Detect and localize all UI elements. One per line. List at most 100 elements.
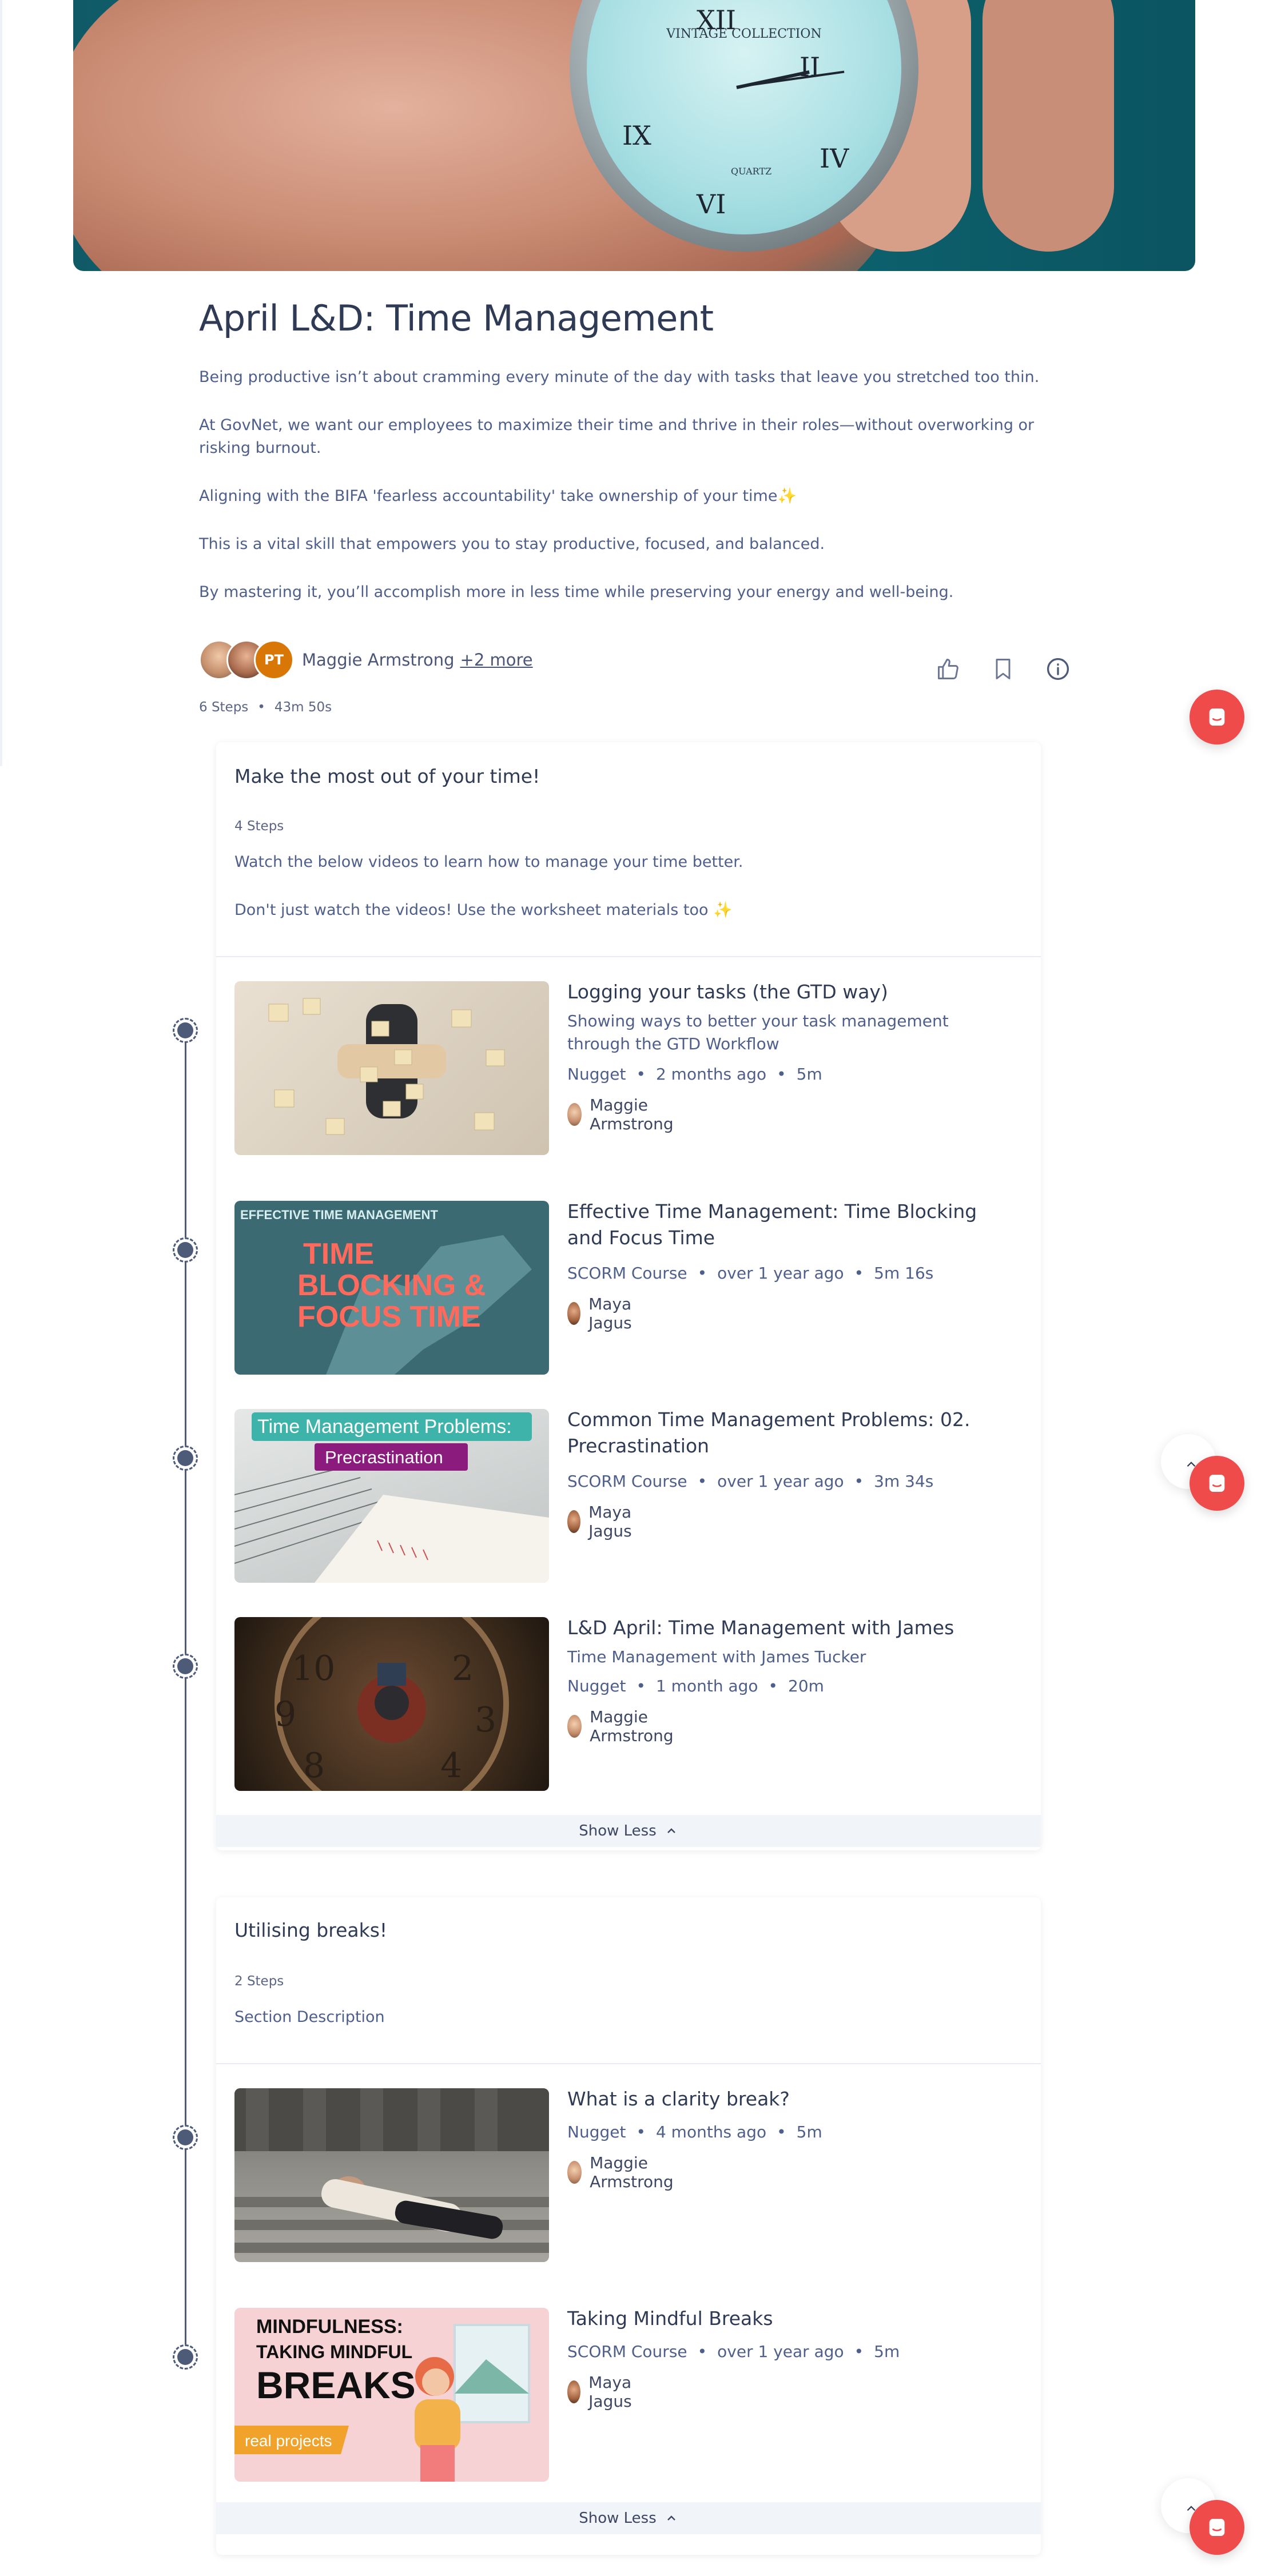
item-type: SCORM Course [567,1472,687,1491]
watch-movement: QUARTZ [731,166,772,177]
timeline-node [173,1237,198,1263]
thumb-kicker: EFFECTIVE TIME MANAGEMENT [240,1208,438,1222]
item-title[interactable]: Common Time Management Problems: 02. Pre… [567,1407,1002,1459]
item-age: over 1 year ago [717,1264,844,1283]
item-meta: Nugget • 1 month ago • 20m [567,1677,824,1695]
svg-text:8: 8 [303,1746,325,1786]
item-title[interactable]: What is a clarity break? [567,2086,1002,2112]
timeline-node [173,2344,198,2370]
separator-dot: • [777,2123,786,2141]
avatar [567,1103,582,1126]
bookmark-icon[interactable] [990,656,1016,682]
section-title: Utilising breaks! [234,1919,388,1941]
item-author: Maya Jagus [567,1295,642,1332]
item-age: 4 months ago [655,2123,767,2141]
course-authors[interactable]: PT Maggie Armstrong +2 more [199,640,533,680]
item-author-name: Maggie Armstrong [590,1707,674,1745]
svg-text:BLOCKING &: BLOCKING & [297,1269,486,1302]
item-duration: 5m [874,2342,900,2361]
item-author-name: Maya Jagus [588,1295,632,1332]
show-less-button[interactable]: Show Less [216,2502,1041,2534]
item-author-name: Maggie Armstrong [590,2153,674,2191]
item-author: Maggie Armstrong [567,2153,682,2191]
thumb-line2: TAKING MINDFUL [256,2342,412,2362]
course-duration: 43m 50s [274,700,332,715]
item-title[interactable]: Logging your tasks (the GTD way) [567,979,1002,1005]
section-title: Make the most out of your time! [234,765,540,787]
course-meta: 6 Steps • 43m 50s [199,700,332,715]
avatar[interactable]: PT [254,640,294,680]
item-author: Maya Jagus [567,2373,642,2411]
chat-launcher-button[interactable] [1190,2500,1244,2555]
course-description-paragraph: Aligning with the BIFA 'fearless account… [199,487,797,505]
separator-dot: • [636,1677,646,1695]
avatar [567,2380,581,2403]
item-author-name: Maya Jagus [588,1503,632,1540]
svg-text:10: 10 [292,1649,335,1689]
item-thumbnail[interactable]: 10 2 9 3 8 4 [234,1617,549,1791]
avatar [567,1715,582,1738]
watch-numeral: IV [820,143,849,174]
separator-dot: • [697,1472,707,1491]
item-duration: 5m 16s [874,1264,934,1283]
item-thumbnail[interactable] [234,981,549,1155]
separator-dot: • [768,1677,778,1695]
author-name[interactable]: Maggie Armstrong [302,650,455,670]
item-age: 1 month ago [655,1677,758,1695]
watch-brand: VINTAGE COLLECTION [666,27,822,41]
svg-text:9: 9 [275,1694,296,1734]
item-title[interactable]: L&D April: Time Management with James [567,1615,1002,1641]
section-card: Utilising breaks! 2 Steps Section Descri… [216,1897,1041,2555]
item-author: Maggie Armstrong [567,1096,682,1133]
thumb-line3: BREAKS [256,2364,416,2406]
item-meta: Nugget • 4 months ago • 5m [567,2123,822,2141]
item-age: over 1 year ago [717,2342,844,2361]
chat-launcher-button[interactable] [1190,690,1244,744]
item-age: over 1 year ago [717,1472,844,1491]
thumb-line1: MINDFULNESS: [256,2316,403,2338]
avatar [567,1302,581,1325]
item-thumbnail[interactable]: EFFECTIVE TIME MANAGEMENT TIME BLOCKING … [234,1201,549,1375]
avatar [567,2161,582,2184]
item-title[interactable]: Taking Mindful Breaks [567,2306,1002,2332]
section-description-paragraph: Don't just watch the videos! Use the wor… [234,901,733,919]
separator-dot: • [257,700,265,715]
separator-dot: • [777,1065,786,1084]
page-left-rail [0,0,2,766]
separator-dot: • [854,2342,864,2361]
item-duration: 5m [796,2123,822,2141]
course-steps: 6 Steps [199,700,249,715]
svg-text:3: 3 [475,1700,496,1740]
section-steps: 4 Steps [234,819,284,834]
info-icon[interactable] [1045,656,1071,682]
timeline-node [173,1446,198,1471]
item-thumbnail[interactable]: Time Management Problems: Precrastinatio… [234,1409,549,1583]
show-less-label: Show Less [579,1822,657,1840]
chat-launcher-button[interactable] [1190,1456,1244,1511]
chevron-up-icon [667,2515,675,2521]
more-authors-link[interactable]: +2 more [460,650,533,670]
chat-icon [1209,1475,1225,1492]
course-description-paragraph: Being productive isn’t about cramming ev… [199,368,1040,386]
course-description-paragraph: By mastering it, you’ll accomplish more … [199,583,954,601]
section-description: Watch the below videos to learn how to m… [234,851,743,947]
like-icon[interactable] [936,656,961,682]
separator-dot: • [854,1264,864,1283]
item-author: Maya Jagus [567,1503,642,1540]
chevron-up-icon [667,1828,675,1833]
watch-numeral: XII [697,5,737,35]
show-less-button[interactable]: Show Less [216,1815,1041,1847]
thumb-line1: Time Management Problems: [257,1416,512,1438]
item-meta: SCORM Course • over 1 year ago • 3m 34s [567,1472,933,1491]
item-thumbnail[interactable]: MINDFULNESS: TAKING MINDFUL BREAKS real … [234,2308,549,2482]
item-author: Maggie Armstrong [567,1707,682,1745]
separator-dot: • [636,1065,646,1084]
chat-icon [1209,708,1225,726]
item-thumbnail[interactable] [234,2088,549,2262]
separator-dot: • [636,2123,646,2141]
svg-text:2: 2 [452,1649,474,1689]
svg-text:4: 4 [440,1746,462,1786]
item-meta: SCORM Course • over 1 year ago • 5m 16s [567,1264,933,1283]
chat-icon [1209,2519,1225,2536]
item-title[interactable]: Effective Time Management: Time Blocking… [567,1199,1002,1251]
